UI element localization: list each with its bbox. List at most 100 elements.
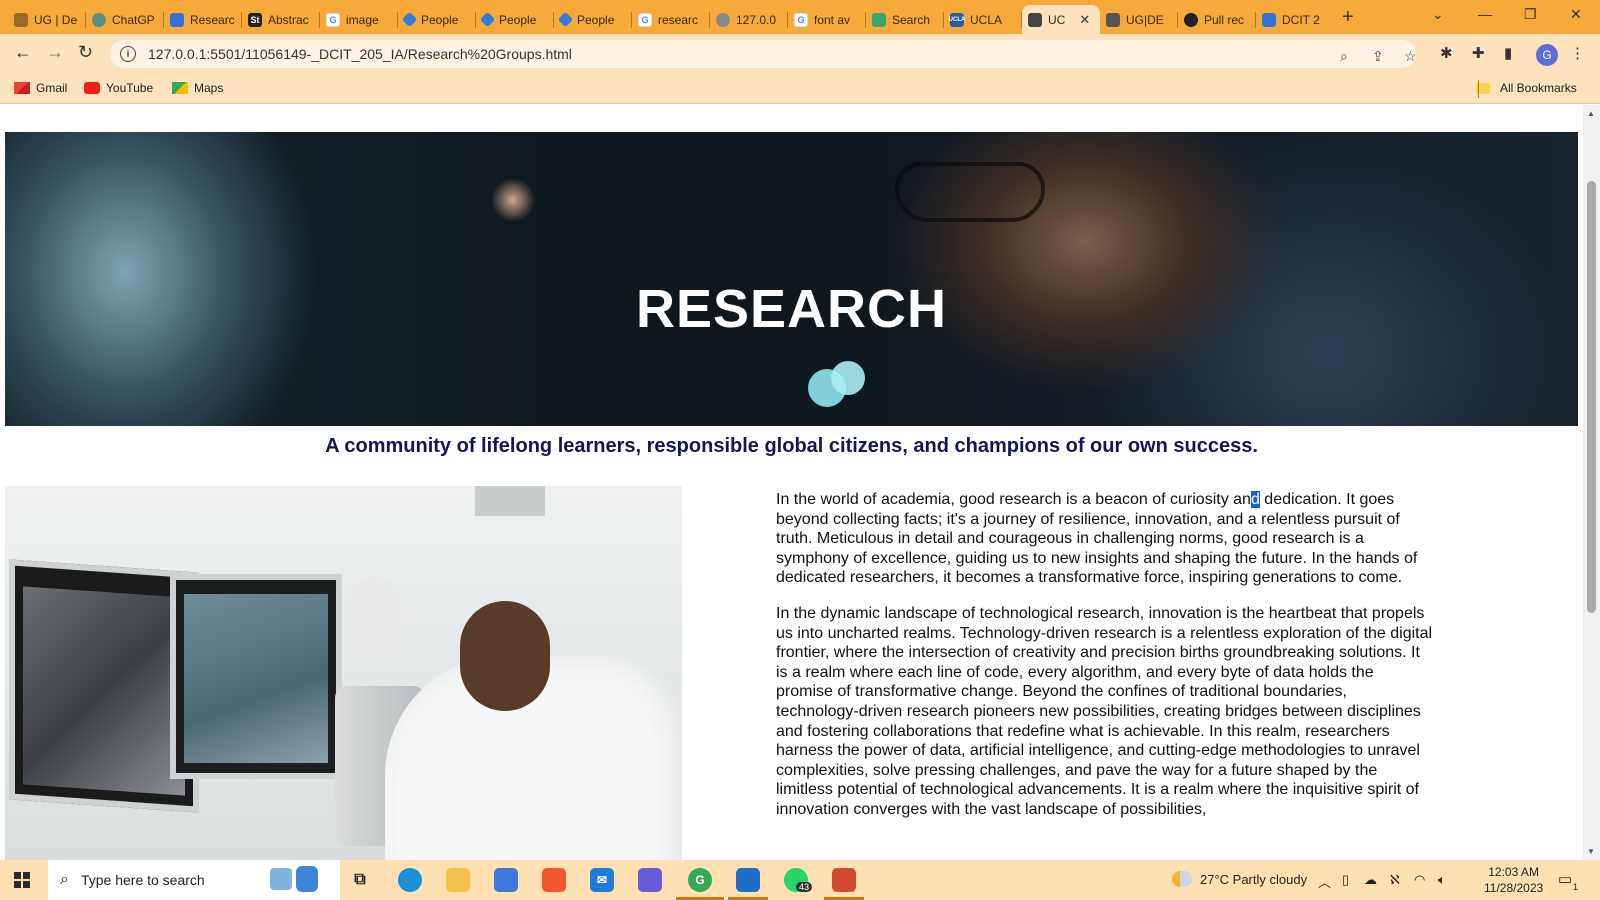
site-info-icon[interactable]: i (120, 46, 136, 62)
page-viewport: RESEARCH A community of lifelong learner… (0, 105, 1583, 860)
extensions-puzzle-icon[interactable]: ✚ (1472, 44, 1485, 62)
page-icon (1106, 12, 1120, 27)
tab-ug-de[interactable]: UG | De (8, 5, 86, 34)
tab-abstract[interactable]: St Abstrac (242, 5, 320, 34)
google-icon: G (326, 12, 340, 27)
google-icon: G (794, 12, 808, 27)
page-tagline: A community of lifelong learners, respon… (325, 435, 1258, 457)
mail-icon[interactable]: ✉ (590, 868, 614, 892)
youtube-icon (84, 82, 100, 94)
all-bookmarks-button[interactable]: All Bookmarks (1476, 81, 1577, 95)
chrome-icon[interactable]: G (688, 868, 712, 892)
address-bar[interactable]: i 127.0.0.1:5501/11056149-_DCIT_205_IA/R… (110, 40, 1417, 68)
bookmark-star-icon[interactable]: ☆ (1404, 48, 1417, 65)
windows-start-icon[interactable] (14, 872, 30, 888)
profile-avatar[interactable]: G (1536, 44, 1558, 66)
windows-taskbar: ⌕ Type here to search ⧉ ✉ G 43 27°C Part… (0, 860, 1600, 900)
tab-font-awesome[interactable]: Gfont av (788, 5, 866, 34)
text-selection: d (1250, 491, 1260, 508)
reload-icon[interactable]: ↻ (78, 42, 93, 63)
hero-banner: RESEARCH (5, 132, 1578, 426)
people-icon (557, 11, 574, 28)
tab-people-1[interactable]: People (398, 5, 476, 34)
close-window-button[interactable]: ✕ (1570, 6, 1582, 23)
bookmark-youtube[interactable]: YouTube (84, 81, 153, 95)
lab-researcher-image (5, 486, 682, 860)
search-highlight-icon (296, 866, 318, 892)
onedrive-icon[interactable]: ☁ (1364, 872, 1377, 888)
vscode-icon[interactable] (736, 868, 760, 892)
taskbar-search-box[interactable]: ⌕ Type here to search (48, 860, 340, 900)
gmail-icon (14, 82, 30, 94)
bookmark-gmail[interactable]: Gmail (14, 81, 67, 95)
chatgpt-icon (92, 12, 106, 27)
url-text[interactable]: 127.0.0.1:5501/11056149-_DCIT_205_IA/Res… (148, 46, 572, 62)
zoom-icon[interactable]: ⌕ (1340, 48, 1348, 65)
tab-chatgpt[interactable]: ChatGP (86, 5, 164, 34)
tab-strip: UG | De ChatGP Researc St Abstrac Gimage … (0, 0, 1600, 34)
people-icon (479, 11, 496, 28)
bookmark-maps[interactable]: Maps (172, 81, 223, 95)
tab-research-form[interactable]: Researc (164, 5, 242, 34)
people-icon (401, 11, 418, 28)
browser-toolbar: ← → ↻ i 127.0.0.1:5501/11056149-_DCIT_20… (0, 34, 1600, 74)
scroll-down-arrow-icon[interactable]: ▼ (1587, 847, 1595, 856)
partly-cloudy-icon (1172, 871, 1192, 887)
vue-icon (872, 12, 886, 27)
bookmark-separator (1478, 80, 1479, 98)
tab-pull-request[interactable]: Pull rec (1178, 5, 1256, 34)
maps-icon (172, 82, 188, 94)
page-scrollbar[interactable]: ▲ ▼ (1583, 105, 1600, 860)
share-icon[interactable]: ⇪ (1372, 48, 1384, 65)
tab-people-2[interactable]: People (476, 5, 554, 34)
browser-menu-icon[interactable]: ⋮ (1570, 44, 1585, 62)
app-icon[interactable] (638, 868, 662, 892)
tab-ucla[interactable]: UCLA UCLA (944, 5, 1022, 34)
tab-research-search[interactable]: Gresearc (632, 5, 710, 34)
studocu-icon: St (248, 12, 262, 27)
side-panel-icon[interactable]: ▮ (1504, 44, 1512, 62)
tab-search[interactable]: Search (866, 5, 944, 34)
ucla-icon: UCLA (949, 12, 965, 27)
tab-ug-de-2[interactable]: UG|DE (1100, 5, 1178, 34)
notification-count: 1 (1573, 882, 1579, 892)
edge-icon[interactable] (398, 868, 422, 892)
search-highlight-icon (270, 868, 292, 890)
tab-dcit[interactable]: DCIT 2 (1256, 5, 1334, 34)
restore-button[interactable]: ❐ (1524, 6, 1537, 23)
back-arrow-icon[interactable]: ← (14, 42, 32, 63)
system-clock[interactable]: 12:03 AM 11/28/2023 (1484, 864, 1543, 896)
language-icon[interactable]: ℵ (1390, 872, 1400, 888)
microsoft-store-icon[interactable] (494, 868, 518, 892)
hero-photo-detail (831, 361, 865, 395)
show-hidden-icons-icon[interactable]: ︿ (1318, 872, 1331, 891)
whatsapp-badge: 43 (796, 882, 813, 892)
minimize-button[interactable]: — (1478, 6, 1492, 22)
tab-people-3[interactable]: People (554, 5, 632, 34)
file-explorer-icon[interactable] (446, 868, 470, 892)
tab-search-chevron-icon[interactable]: ⌄ (1432, 6, 1444, 23)
tab-active-uc[interactable]: UC ✕ (1022, 5, 1100, 34)
wifi-icon[interactable]: ◠ (1414, 872, 1425, 888)
device-icon[interactable]: ▯ (1342, 872, 1349, 888)
tab-image-search[interactable]: Gimage (320, 5, 398, 34)
extension-bug-icon[interactable]: ✱ (1440, 44, 1453, 62)
tab-localhost[interactable]: 127.0.0 (710, 5, 788, 34)
page-icon (1028, 12, 1042, 27)
forms-icon (170, 12, 184, 27)
snipping-tool-icon[interactable] (832, 868, 856, 892)
research-article: In the world of academia, good research … (776, 490, 1434, 836)
new-tab-button[interactable]: + (1342, 6, 1354, 29)
brave-icon[interactable] (542, 868, 566, 892)
scroll-up-arrow-icon[interactable]: ▲ (1587, 109, 1595, 118)
task-view-icon[interactable]: ⧉ (348, 868, 372, 892)
weather-widget[interactable]: 27°C Partly cloudy (1172, 871, 1307, 887)
hero-photo-detail (895, 162, 1045, 222)
search-icon: ⌕ (60, 871, 69, 888)
volume-icon[interactable]: 🔈︎ (1438, 872, 1446, 888)
article-paragraph-1: In the world of academia, good research … (776, 491, 1418, 587)
close-tab-icon[interactable]: ✕ (1079, 12, 1090, 28)
article-paragraph-2: In the dynamic landscape of technologica… (776, 604, 1433, 818)
scrollbar-thumb[interactable] (1587, 181, 1596, 613)
forward-arrow-icon[interactable]: → (46, 42, 64, 63)
